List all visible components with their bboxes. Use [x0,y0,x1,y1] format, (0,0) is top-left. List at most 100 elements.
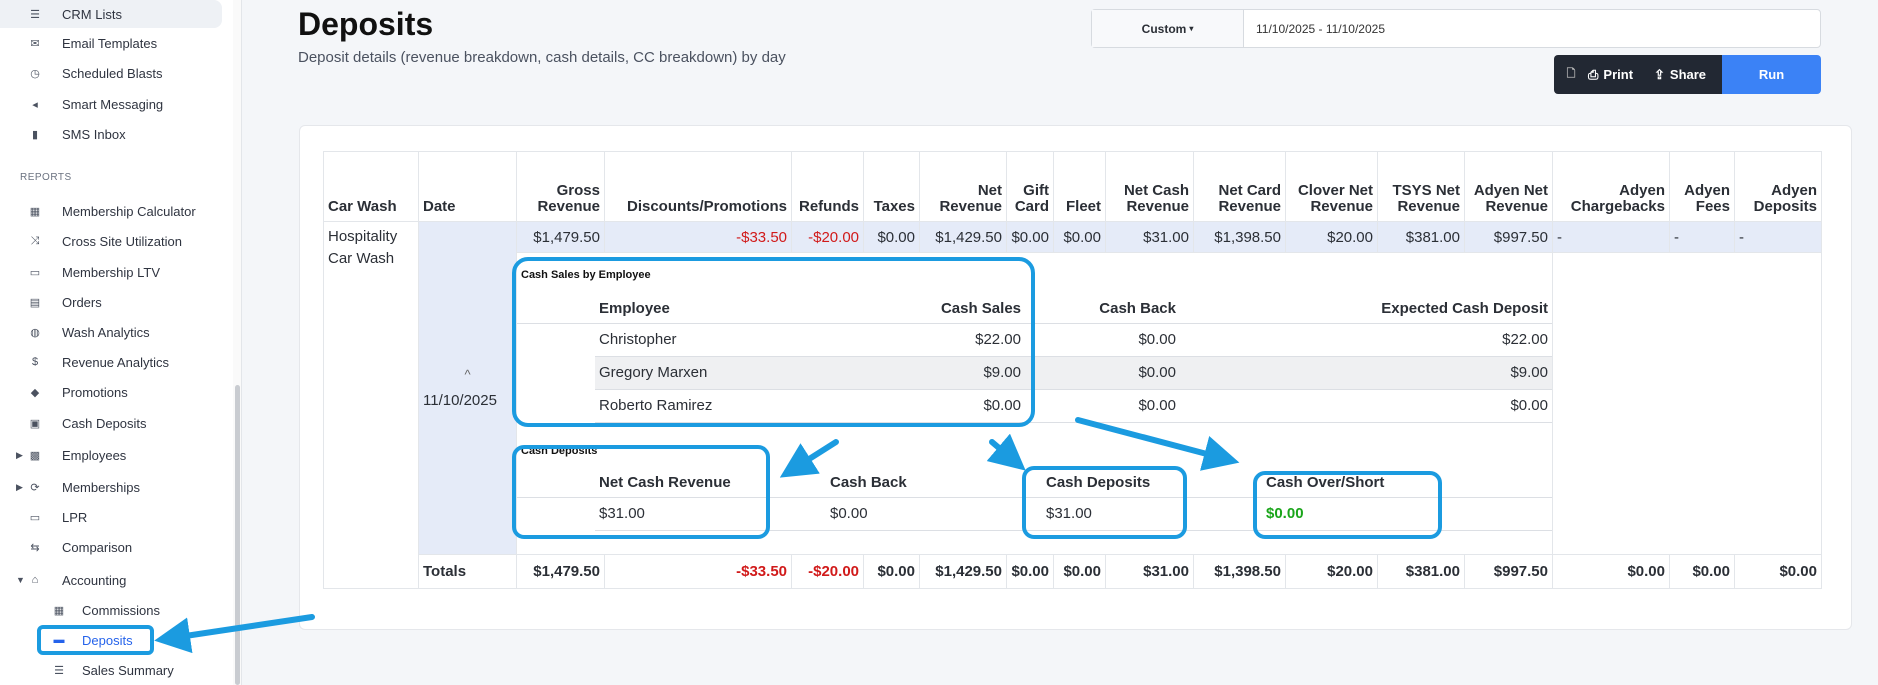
page-subtitle: Deposit details (revenue breakdown, cash… [298,49,786,66]
total-net-card-revenue: $1,398.50 [1193,554,1286,589]
total-taxes: $0.00 [863,554,920,589]
sidebar-item-label: Wash Analytics [62,324,150,340]
header-cash-over-short[interactable]: Cash Over/Short [1208,464,1458,498]
cash-sales-value: $9.00 [810,356,1025,390]
sidebar-item-membership-ltv[interactable]: ▭ Membership LTV [20,258,220,286]
sidebar-item-label: LPR [62,509,88,525]
sidebar-item-membership-calculator[interactable]: ▦ Membership Calculator [20,197,220,225]
cash-sales-table: Employee Cash Sales Cash Back Expected C… [517,289,1552,423]
compare-icon: ⇆ [30,541,40,554]
sidebar-item-label: Membership Calculator [62,203,196,219]
sidebar-item-deposits[interactable]: ▬ Deposits [48,626,228,654]
sidebar-item-label: Employees [62,447,127,463]
sidebar-item-sales-summary[interactable]: ☰ Sales Summary [48,656,228,684]
sidebar-scrollbar-thumb[interactable] [235,385,240,685]
total-tsys-net-revenue: $381.00 [1377,554,1465,589]
cell-discounts: -$33.50 [604,221,792,253]
sidebar-item-smart-messaging[interactable]: ◂ Smart Messaging [20,90,220,118]
print-button[interactable]: ⎙ Print [1588,55,1654,94]
run-button[interactable]: Run [1722,55,1821,94]
header-adyen-fees[interactable]: Adyen Fees [1669,151,1735,222]
clock-icon: ◷ [30,67,40,80]
sidebar-item-comparison[interactable]: ⇆ Comparison [20,533,220,561]
sidebar-item-cross-site-utilization[interactable]: ⤨ Cross Site Utilization [20,227,220,255]
header-cash-deposits[interactable]: Cash Deposits [1008,464,1208,498]
sidebar-item-crm-lists[interactable]: ☰ CRM Lists [0,0,222,28]
header-adyen-chargebacks[interactable]: Adyen Chargebacks [1552,151,1670,222]
header-expected-cash-deposit[interactable]: Expected Cash Deposit [1180,289,1552,324]
chevron-up-icon[interactable]: ^ [423,367,512,382]
header-net-cash-revenue[interactable]: Net Cash Revenue [595,464,810,498]
range-type-label: Custom [1141,21,1187,36]
header-fleet[interactable]: Fleet [1053,151,1106,222]
sidebar-item-lpr[interactable]: ▭ LPR [20,503,220,531]
header-refunds[interactable]: Refunds [791,151,864,222]
cash-deposits-title: Cash Deposits [521,444,598,457]
header-taxes[interactable]: Taxes [863,151,920,222]
header-gross-revenue[interactable]: Gross Revenue [516,151,605,222]
sidebar-item-accounting[interactable]: ▼ ⌂ Accounting [16,566,220,594]
cash-sales-value: $22.00 [810,323,1025,357]
header-tsys-net-revenue[interactable]: TSYS Net Revenue [1377,151,1465,222]
table-row: Roberto Ramirez $0.00 $0.00 $0.00 [517,389,1552,423]
section-label-reports: REPORTS [20,172,72,183]
detail-panel: Cash Sales by Employee Employee Cash Sal… [516,252,1553,555]
export-csv-button[interactable]: 🗋 [1554,55,1588,94]
header-cash-back[interactable]: Cash Back [1025,289,1180,324]
sidebar-item-label: Deposits [82,632,133,648]
cash-deposits-table: Net Cash Revenue Cash Back Cash Deposits… [517,464,1552,531]
header-net-revenue[interactable]: Net Revenue [919,151,1007,222]
header-net-card-revenue[interactable]: Net Card Revenue [1193,151,1286,222]
car-wash-cell: Hospitality Car Wash [323,221,419,589]
range-type-select[interactable]: Custom ▾ [1092,10,1244,47]
bank-icon: ⌂ [31,574,39,586]
cash-over-short-value: $0.00 [1208,497,1458,531]
share-button[interactable]: ⇪ Share [1654,55,1722,94]
sidebar-item-label: CRM Lists [62,6,122,22]
sidebar-item-email-templates[interactable]: ✉ Email Templates [20,29,220,57]
sidebar-item-cash-deposits[interactable]: ▣ Cash Deposits [20,409,220,437]
header-cash-sales[interactable]: Cash Sales [810,289,1025,324]
sidebar-item-label: SMS Inbox [62,126,126,142]
header-employee[interactable]: Employee [595,289,810,324]
share-icon: ⇪ [1654,66,1665,82]
sidebar-item-memberships[interactable]: ▶ ⟳ Memberships [16,473,220,501]
expected-deposit-value: $9.00 [1180,356,1552,390]
report-actions: 🗋 ⎙ Print ⇪ Share Run [1554,55,1821,94]
print-label: Print [1603,67,1634,82]
expected-deposit-value: $0.00 [1180,389,1552,423]
sidebar-item-promotions[interactable]: ◆ Promotions [20,378,220,406]
header-car-wash[interactable]: Car Wash [323,151,419,222]
cell-adyen-chargebacks: - [1552,221,1670,253]
list-icon: ☰ [30,8,40,21]
sidebar-item-label: Promotions [62,384,128,400]
totals-row: Totals $1,479.50 -$33.50 -$20.00 $0.00 $… [324,554,1822,589]
total-net-revenue: $1,429.50 [919,554,1007,589]
header-discounts[interactable]: Discounts/Promotions [604,151,792,222]
header-cash-back[interactable]: Cash Back [810,464,1008,498]
sidebar-item-orders[interactable]: ▤ Orders [20,288,220,316]
card-icon: ▭ [29,266,41,279]
cash-deposits-value: $31.00 [1008,497,1208,531]
sidebar-item-sms-inbox[interactable]: ▮ SMS Inbox [20,120,220,148]
cell-tsys-net-revenue: $381.00 [1377,221,1465,253]
table-row: Christopher $22.00 $0.00 $22.00 [517,323,1552,357]
header-clover-net-revenue[interactable]: Clover Net Revenue [1285,151,1378,222]
calculator-icon: ▦ [29,205,41,218]
header-adyen-deposits[interactable]: Adyen Deposits [1734,151,1822,222]
header-gift-card[interactable]: Gift Card [1006,151,1054,222]
date-cell[interactable]: ^ 11/10/2025 [418,221,517,555]
date-range-input[interactable]: 11/10/2025 - 11/10/2025 [1244,10,1820,47]
header-date[interactable]: Date [418,151,517,222]
calculator-icon: ▦ [53,604,65,617]
sidebar-item-wash-analytics[interactable]: ◍ Wash Analytics [20,318,220,346]
cell-adyen-deposits: - [1734,221,1822,253]
header-adyen-net-revenue[interactable]: Adyen Net Revenue [1464,151,1553,222]
header-net-cash-revenue[interactable]: Net Cash Revenue [1105,151,1194,222]
sidebar-item-scheduled-blasts[interactable]: ◷ Scheduled Blasts [20,59,220,87]
employee-name: Gregory Marxen [595,356,810,390]
chevron-right-icon: ▶ [16,481,23,492]
sidebar-item-commissions[interactable]: ▦ Commissions [48,596,228,624]
sidebar-item-revenue-analytics[interactable]: $ Revenue Analytics [20,348,220,376]
sidebar-item-employees[interactable]: ▶ ▩ Employees [16,441,220,469]
